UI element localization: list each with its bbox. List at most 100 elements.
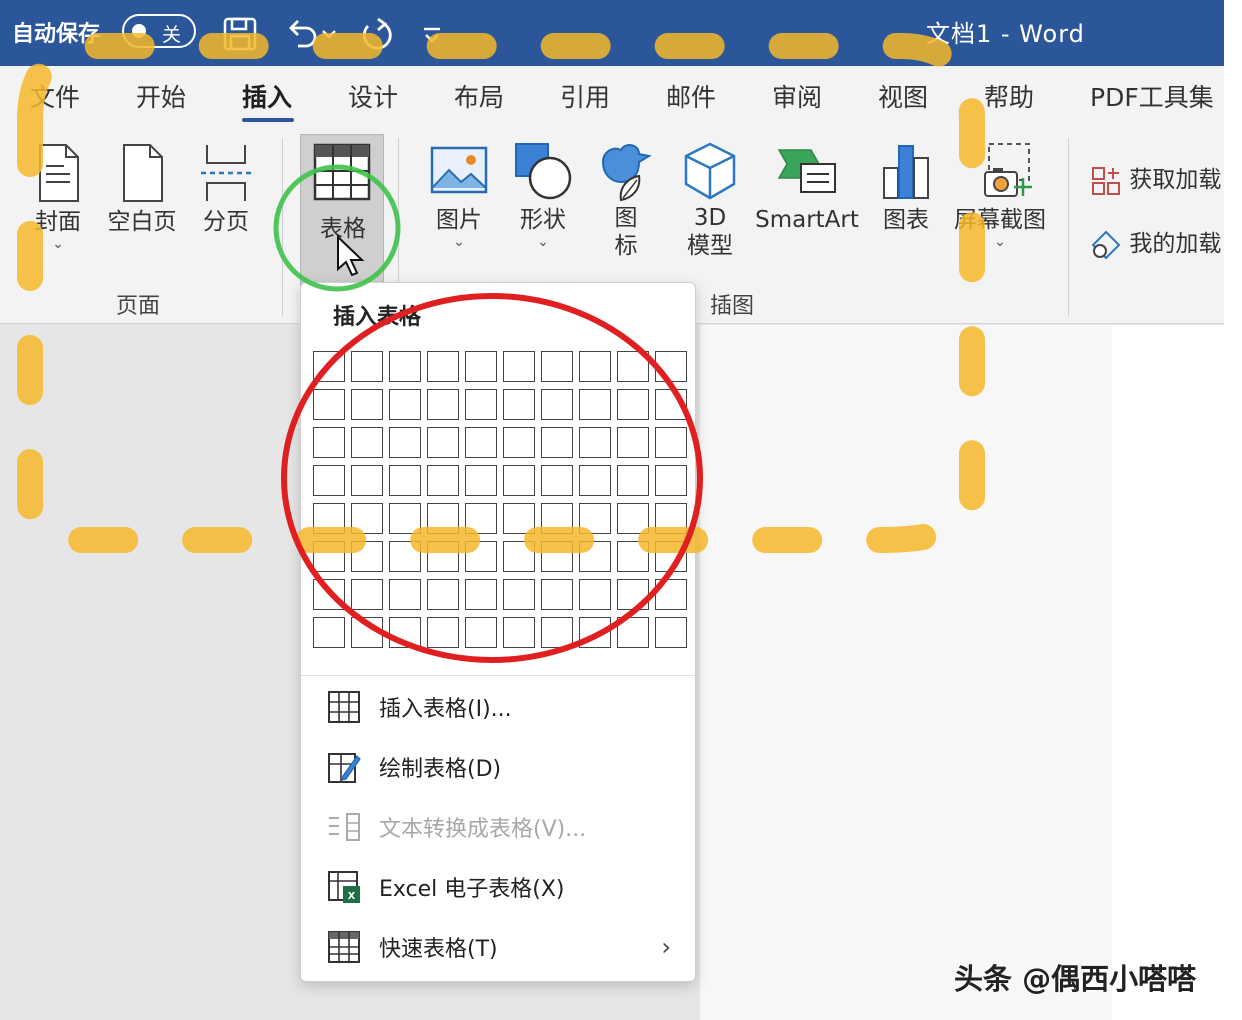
table-grid-cell[interactable]: [389, 389, 421, 420]
table-grid-cell[interactable]: [579, 503, 611, 534]
table-grid-cell[interactable]: [579, 465, 611, 496]
table-grid-cell[interactable]: [465, 541, 497, 572]
table-grid-cell[interactable]: [541, 389, 573, 420]
table-size-grid[interactable]: [313, 351, 693, 651]
shapes-button[interactable]: 形状 ⌄: [508, 140, 578, 250]
table-grid-cell[interactable]: [617, 389, 649, 420]
table-grid-cell[interactable]: [389, 427, 421, 458]
redo-icon[interactable]: [356, 14, 396, 54]
table-grid-cell[interactable]: [541, 503, 573, 534]
pictures-button[interactable]: 图片 ⌄: [424, 142, 494, 250]
table-grid-cell[interactable]: [617, 579, 649, 610]
table-grid-cell[interactable]: [313, 389, 345, 420]
save-icon[interactable]: [220, 14, 260, 54]
table-grid-cell[interactable]: [313, 351, 345, 382]
table-grid-cell[interactable]: [465, 389, 497, 420]
table-grid-cell[interactable]: [465, 351, 497, 382]
undo-icon[interactable]: [282, 14, 322, 54]
get-addins-button[interactable]: 获取加载: [1090, 160, 1221, 197]
table-grid-cell[interactable]: [541, 579, 573, 610]
table-grid-cell[interactable]: [313, 427, 345, 458]
table-grid-cell[interactable]: [541, 427, 573, 458]
table-grid-cell[interactable]: [503, 427, 535, 458]
table-grid-cell[interactable]: [427, 465, 459, 496]
table-grid-cell[interactable]: [655, 427, 687, 458]
table-grid-cell[interactable]: [427, 503, 459, 534]
table-grid-cell[interactable]: [351, 427, 383, 458]
table-grid-cell[interactable]: [465, 465, 497, 496]
quick-tables-menu-item[interactable]: 快速表格(T) ›: [327, 925, 687, 969]
table-grid-cell[interactable]: [579, 427, 611, 458]
table-grid-cell[interactable]: [655, 465, 687, 496]
tab-mailings[interactable]: 邮件: [666, 78, 716, 114]
table-grid-cell[interactable]: [503, 351, 535, 382]
table-grid-cell[interactable]: [351, 465, 383, 496]
table-grid-cell[interactable]: [389, 541, 421, 572]
table-grid-cell[interactable]: [351, 389, 383, 420]
table-grid-cell[interactable]: [503, 503, 535, 534]
table-grid-cell[interactable]: [579, 351, 611, 382]
tab-review[interactable]: 审阅: [772, 78, 822, 114]
table-grid-cell[interactable]: [541, 465, 573, 496]
table-grid-cell[interactable]: [313, 465, 345, 496]
table-grid-cell[interactable]: [389, 617, 421, 648]
table-grid-cell[interactable]: [389, 351, 421, 382]
tab-file[interactable]: 文件: [30, 78, 80, 114]
table-grid-cell[interactable]: [655, 389, 687, 420]
table-grid-cell[interactable]: [617, 427, 649, 458]
table-grid-cell[interactable]: [465, 503, 497, 534]
table-grid-cell[interactable]: [503, 389, 535, 420]
table-grid-cell[interactable]: [541, 351, 573, 382]
table-grid-cell[interactable]: [389, 579, 421, 610]
table-grid-cell[interactable]: [351, 541, 383, 572]
table-grid-cell[interactable]: [617, 351, 649, 382]
smartart-button[interactable]: SmartArt: [754, 142, 860, 234]
table-grid-cell[interactable]: [351, 503, 383, 534]
table-grid-cell[interactable]: [655, 351, 687, 382]
table-grid-cell[interactable]: [579, 541, 611, 572]
tab-view[interactable]: 视图: [878, 78, 928, 114]
table-grid-cell[interactable]: [503, 579, 535, 610]
table-grid-cell[interactable]: [579, 617, 611, 648]
table-grid-cell[interactable]: [579, 579, 611, 610]
table-grid-cell[interactable]: [465, 427, 497, 458]
tab-pdf-tools[interactable]: PDF工具集: [1090, 78, 1214, 114]
blank-page-button[interactable]: 空白页: [104, 142, 180, 236]
table-grid-cell[interactable]: [503, 465, 535, 496]
convert-text-to-table-menu-item[interactable]: 文本转换成表格(V)...: [327, 805, 687, 849]
table-grid-cell[interactable]: [503, 617, 535, 648]
customize-toolbar-icon[interactable]: [418, 14, 446, 54]
table-grid-cell[interactable]: [655, 541, 687, 572]
table-grid-cell[interactable]: [465, 579, 497, 610]
table-grid-cell[interactable]: [389, 465, 421, 496]
table-grid-cell[interactable]: [351, 351, 383, 382]
table-grid-cell[interactable]: [465, 617, 497, 648]
table-grid-cell[interactable]: [427, 427, 459, 458]
chart-button[interactable]: 图表: [874, 140, 938, 234]
tab-references[interactable]: 引用: [560, 78, 610, 114]
table-grid-cell[interactable]: [313, 541, 345, 572]
document-page[interactable]: [700, 325, 1112, 1020]
table-grid-cell[interactable]: [313, 579, 345, 610]
icons-button[interactable]: 图 标: [594, 140, 658, 260]
table-grid-cell[interactable]: [427, 541, 459, 572]
3d-models-button[interactable]: 3D 模型: [676, 140, 744, 260]
table-grid-cell[interactable]: [655, 579, 687, 610]
autosave-toggle[interactable]: 关: [122, 14, 196, 48]
tab-help[interactable]: 帮助: [984, 78, 1034, 114]
cover-page-button[interactable]: 封面 ⌄: [26, 142, 90, 252]
tab-layout[interactable]: 布局: [454, 78, 504, 114]
tab-insert[interactable]: 插入: [242, 78, 292, 114]
table-grid-cell[interactable]: [617, 503, 649, 534]
table-grid-cell[interactable]: [579, 389, 611, 420]
table-grid-cell[interactable]: [313, 503, 345, 534]
table-grid-cell[interactable]: [617, 617, 649, 648]
table-grid-cell[interactable]: [617, 541, 649, 572]
table-grid-cell[interactable]: [427, 579, 459, 610]
table-grid-cell[interactable]: [617, 465, 649, 496]
table-grid-cell[interactable]: [541, 617, 573, 648]
tab-design[interactable]: 设计: [348, 78, 398, 114]
page-break-button[interactable]: 分页: [194, 142, 258, 236]
my-addins-button[interactable]: 我的加载: [1090, 224, 1221, 261]
table-grid-cell[interactable]: [655, 503, 687, 534]
